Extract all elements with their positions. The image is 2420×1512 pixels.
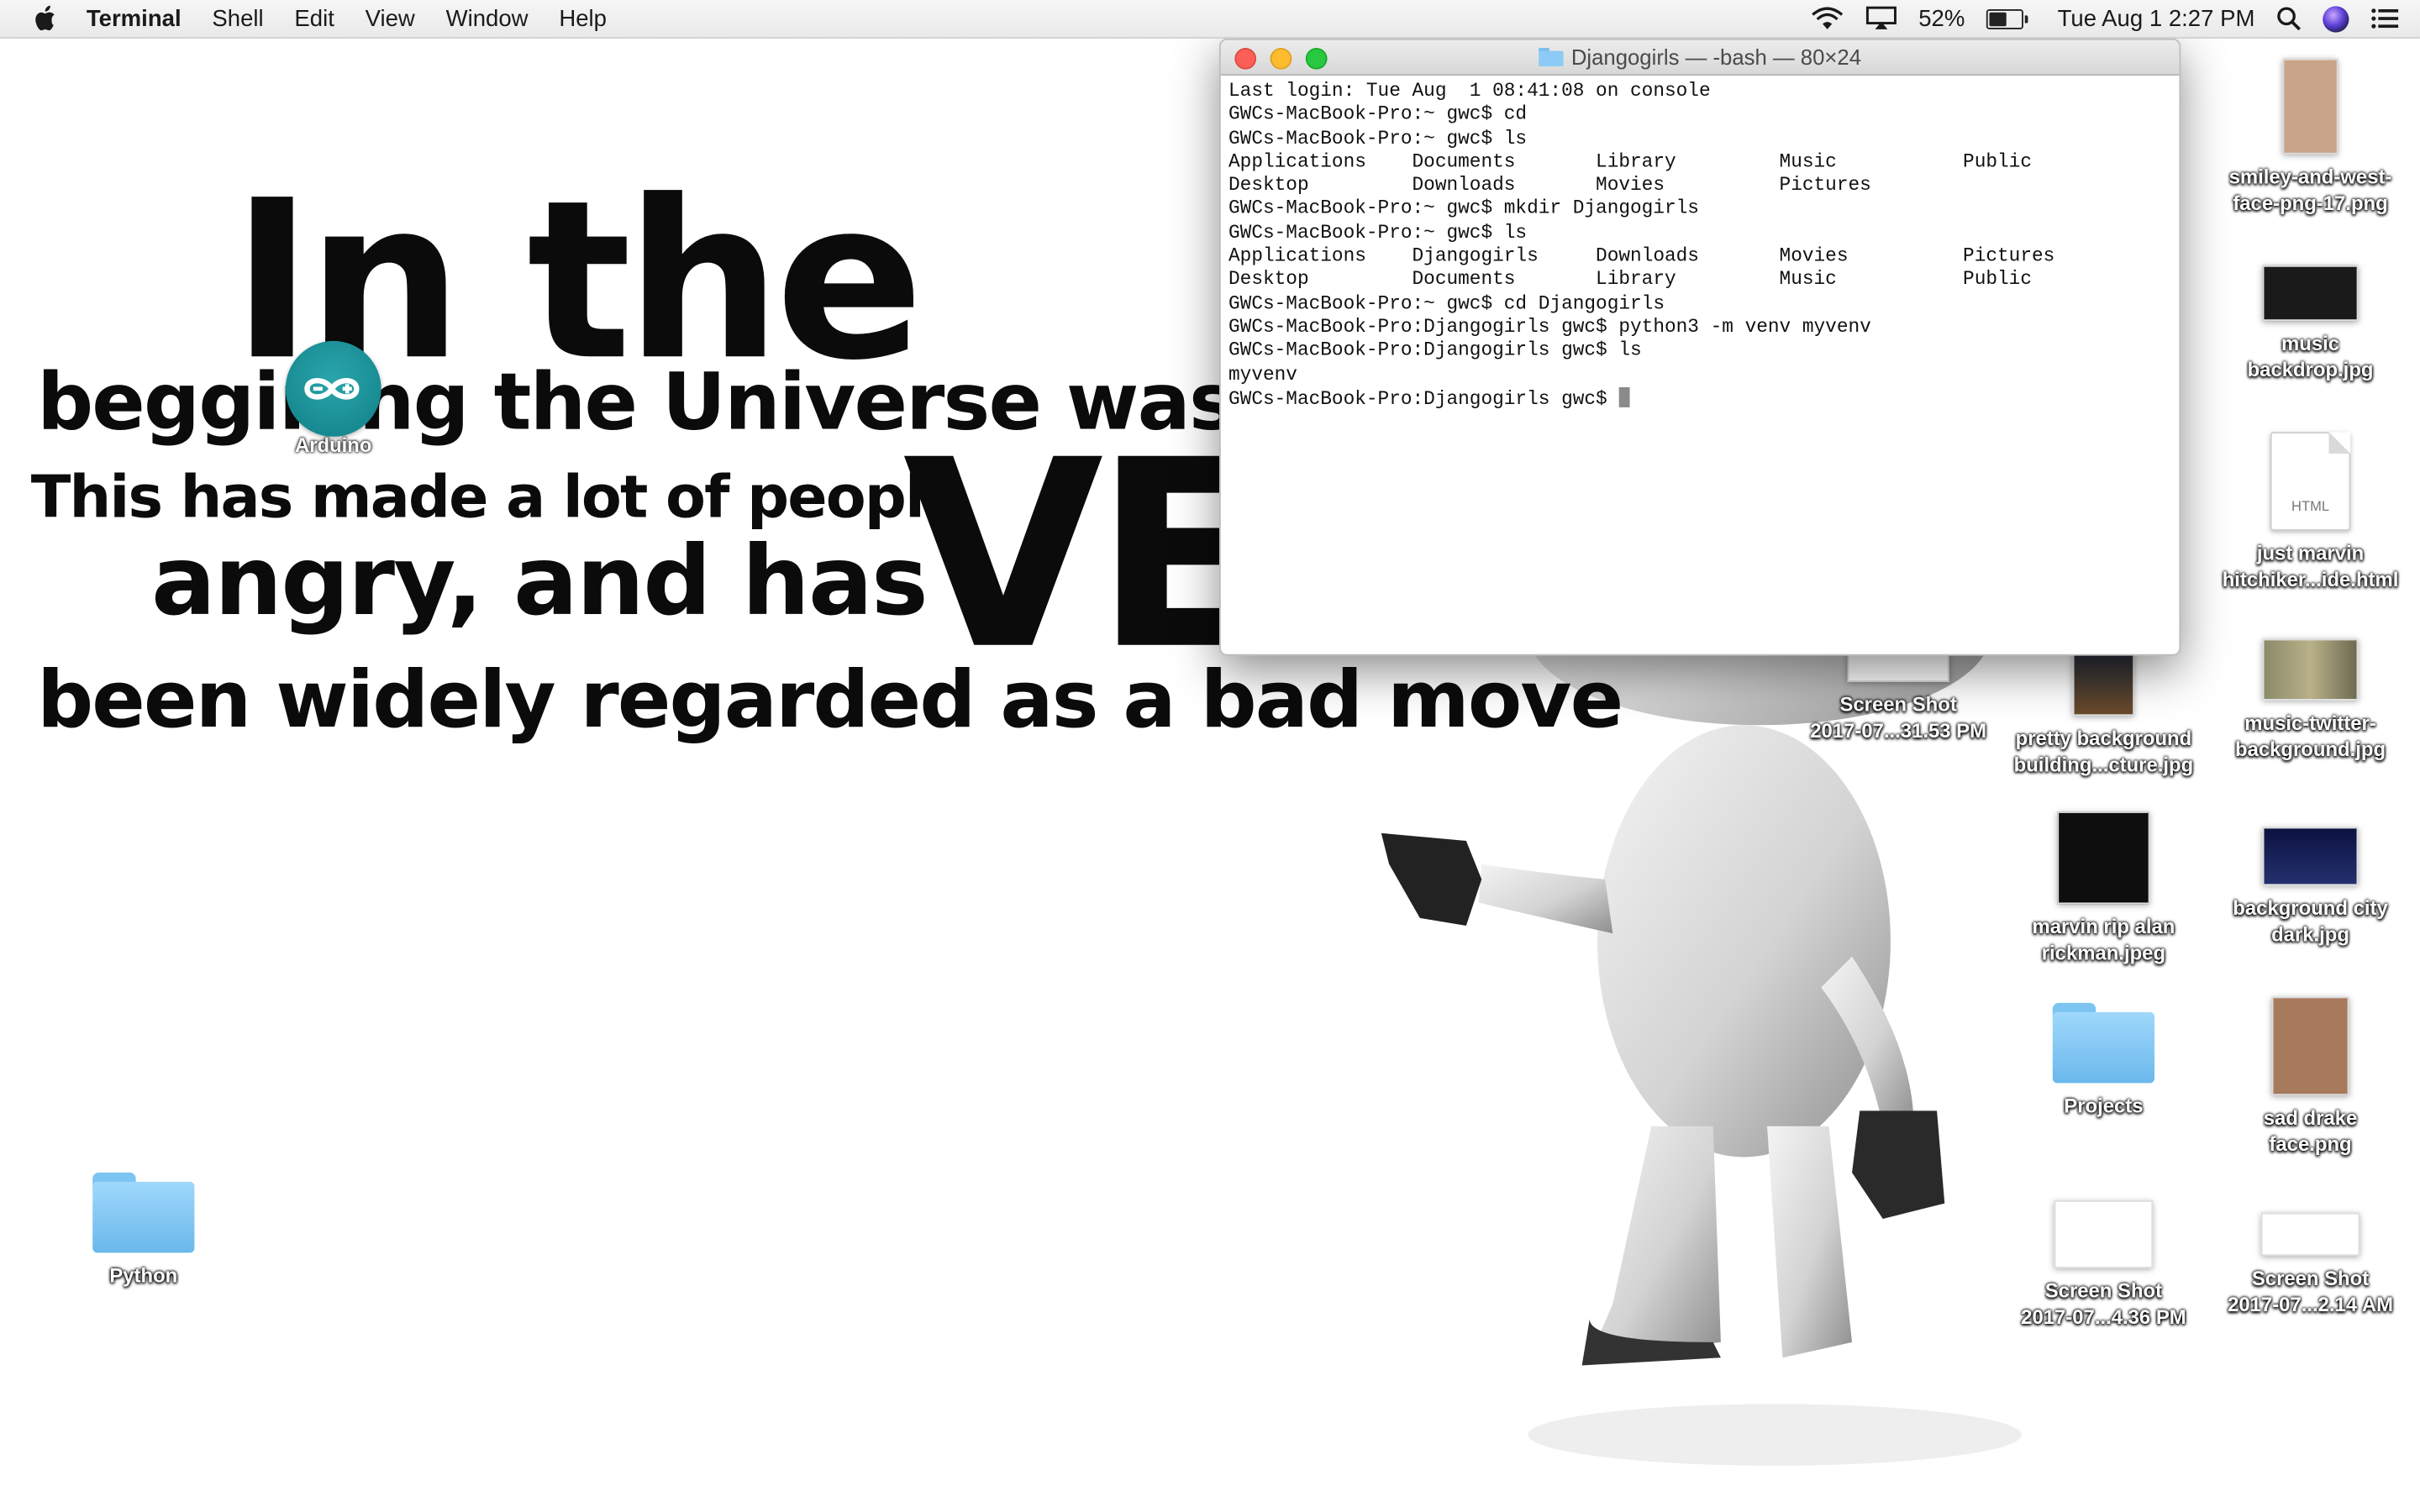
terminal-line: GWCs-MacBook-Pro:~ gwc$ mkdir Djangogirl…: [1228, 197, 1699, 220]
battery-icon[interactable]: [1986, 8, 2028, 29]
menu-app-terminal[interactable]: Terminal: [87, 5, 182, 31]
image-thumbnail-icon: [2054, 1200, 2154, 1268]
terminal-title: Djangogirls — -bash — 80×24: [1570, 45, 1862, 70]
folder-icon: [1539, 47, 1564, 66]
wallpaper-text-line-6: been widely regarded as a bad move: [37, 655, 1623, 747]
desktop-file-music-backdrop[interactable]: music backdrop.jpg: [2210, 265, 2411, 383]
image-thumbnail-icon: [2262, 638, 2359, 701]
desktop-folder-projects[interactable]: Projects: [2003, 1002, 2204, 1119]
terminal-line: myvenv: [1228, 363, 1297, 386]
desktop-icon-arduino[interactable]: Arduino: [282, 340, 384, 457]
terminal-titlebar[interactable]: Djangogirls — -bash — 80×24: [1220, 39, 2180, 76]
minimize-window-button[interactable]: [1270, 47, 1292, 70]
desktop-file-screenshot-1[interactable]: Screen Shot 2017-07...31.53 PM: [1798, 644, 1999, 744]
image-thumbnail-icon: [2271, 996, 2349, 1096]
desktop-file-background-city[interactable]: background city dark.jpg: [2210, 827, 2411, 947]
desktop-icon-label: music backdrop.jpg: [2247, 331, 2374, 381]
terminal-line: Applications Djangogirls Downloads Movie…: [1228, 245, 2055, 267]
desktop-file-pretty-background[interactable]: pretty background building...cture.jpg: [2003, 644, 2204, 778]
desktop-file-music-twitter[interactable]: music-twitter- background.jpg: [2210, 638, 2411, 762]
folder-icon: [92, 1172, 195, 1253]
siri-icon[interactable]: [2323, 5, 2349, 32]
folder-icon: [2052, 1002, 2155, 1084]
desktop-icon-label: marvin rip alan rickman.jpeg: [2032, 915, 2175, 964]
desktop-icon-label: Projects: [2064, 1094, 2144, 1117]
desktop-icon-label: Arduino: [294, 433, 372, 457]
apple-menu-icon[interactable]: [34, 5, 65, 33]
zoom-window-button[interactable]: [1305, 47, 1328, 70]
terminal-line: GWCs-MacBook-Pro:~ gwc$ ls: [1228, 127, 1528, 150]
notification-center-icon[interactable]: [2370, 8, 2399, 29]
desktop-icon-label: smiley-and-west- face-png-17.png: [2228, 165, 2392, 215]
arduino-icon: [285, 340, 381, 437]
image-thumbnail-icon: [2057, 811, 2150, 905]
desktop-icon-label: sad drake face.png: [2263, 1105, 2358, 1156]
menu-help[interactable]: Help: [559, 5, 607, 31]
menu-clock[interactable]: Tue Aug 1 2:27 PM: [2058, 5, 2255, 31]
airplay-icon[interactable]: [1866, 6, 1897, 30]
desktop-file-just-marvin-html[interactable]: HTML just marvin hitchiker...ide.html: [2210, 432, 2411, 592]
terminal-line: GWCs-MacBook-Pro:Djangogirls gwc$: [1228, 386, 2171, 412]
desktop-icon-label: Screen Shot 2017-07...2.14 AM: [2228, 1266, 2393, 1316]
terminal-line: Desktop Documents Library Music Public: [1228, 269, 2033, 291]
desktop-file-smiley[interactable]: smiley-and-west- face-png-17.png: [2210, 58, 2411, 216]
terminal-line: GWCs-MacBook-Pro:~ gwc$ cd Djangogirls: [1228, 292, 1665, 315]
battery-percentage: 52%: [1918, 5, 1965, 32]
terminal-line: Desktop Downloads Movies Pictures: [1228, 174, 1871, 197]
menu-edit[interactable]: Edit: [294, 5, 334, 31]
image-thumbnail-icon: [2262, 827, 2359, 886]
desktop-folder-python[interactable]: Python: [43, 1172, 244, 1289]
terminal-line: GWCs-MacBook-Pro:~ gwc$ ls: [1228, 222, 1528, 244]
desktop-icon-label: Screen Shot 2017-07...31.53 PM: [1810, 692, 1987, 743]
wallpaper-text-line-3: This has made a lot of people: [30, 463, 964, 531]
terminal-cursor: [1618, 386, 1630, 407]
wallpaper-text-line-4: angry, and has: [150, 524, 929, 638]
desktop-icon-label: music-twitter- background.jpg: [2235, 711, 2386, 761]
menu-bar: Terminal Shell Edit View Window Help 52%…: [0, 0, 2420, 39]
desktop-icon-label: Screen Shot 2017-07...4.36 PM: [2021, 1278, 2186, 1329]
desktop-file-screenshot-3[interactable]: Screen Shot 2017-07...2.14 AM: [2210, 1212, 2411, 1318]
menu-view[interactable]: View: [366, 5, 415, 31]
terminal-output[interactable]: Last login: Tue Aug 1 08:41:08 on consol…: [1221, 76, 2180, 417]
image-thumbnail-icon: [2282, 58, 2338, 155]
terminal-line: GWCs-MacBook-Pro:~ gwc$ cd: [1228, 103, 1528, 126]
terminal-line: GWCs-MacBook-Pro:Djangogirls gwc$ python…: [1228, 316, 1871, 339]
spotlight-search-icon[interactable]: [2276, 6, 2301, 31]
terminal-line: GWCs-MacBook-Pro:Djangogirls gwc$ ls: [1228, 339, 1642, 362]
image-thumbnail-icon: [2260, 1212, 2360, 1257]
desktop-icon-label: pretty background building...cture.jpg: [2013, 727, 2194, 776]
terminal-window[interactable]: Djangogirls — -bash — 80×24 Last login: …: [1218, 38, 2181, 656]
html-document-icon: HTML: [2270, 432, 2351, 531]
menu-window[interactable]: Window: [446, 5, 529, 31]
desktop-file-screenshot-2[interactable]: Screen Shot 2017-07...4.36 PM: [2003, 1200, 2204, 1330]
desktop-file-marvin-rip[interactable]: marvin rip alan rickman.jpeg: [2003, 811, 2204, 966]
close-window-button[interactable]: [1234, 47, 1257, 70]
desktop-icon-label: Python: [109, 1263, 178, 1287]
terminal-line: Applications Documents Library Music Pub…: [1228, 150, 2033, 173]
desktop-icon-label: background city dark.jpg: [2233, 896, 2388, 946]
desktop-icon-label: just marvin hitchiker...ide.html: [2222, 541, 2399, 591]
desktop-file-sad-drake[interactable]: sad drake face.png: [2210, 996, 2411, 1158]
wifi-icon[interactable]: [1811, 6, 1844, 30]
terminal-line: Last login: Tue Aug 1 08:41:08 on consol…: [1228, 80, 1711, 102]
menu-shell[interactable]: Shell: [212, 5, 263, 31]
image-thumbnail-icon: [2262, 265, 2359, 322]
